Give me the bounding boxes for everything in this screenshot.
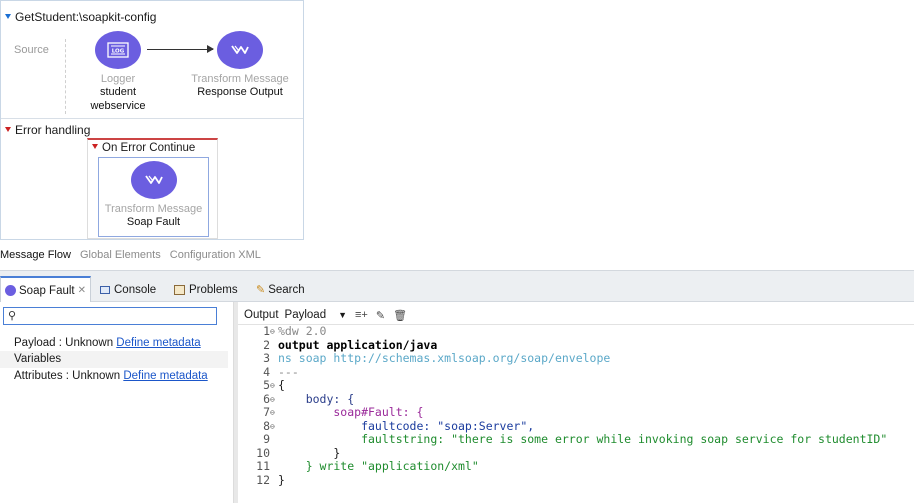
code-line: 10 } [256,445,341,460]
source-label: Source [14,44,49,56]
metadata-row-variables[interactable]: Variables [0,351,228,368]
attributes-label: Attributes : Unknown [14,370,121,382]
metadata-row-attributes[interactable]: Attributes : Unknown Define metadata [0,368,228,385]
tab-soap-fault-label: Soap Fault [19,284,75,297]
output-toolbar: Output Payload ▼ ≡+ ✎ 🗑 [244,307,415,323]
collapse-triangle-icon[interactable] [92,144,98,149]
logger-name-line2: webservice [90,100,146,112]
code-line: 7 ⊖ soap#Fault: { [263,405,424,419]
output-target[interactable]: Payload [285,309,327,321]
metadata-pane: ⚲ Payload : Unknown Define metadata Vari… [0,302,234,503]
tab-console-label: Console [114,283,157,296]
collapse-triangle-icon[interactable] [5,14,11,19]
flow-canvas: GetStudent:\soapkit-config Source LOG Lo… [0,0,304,240]
on-error-continue-title: On Error Continue [102,142,196,154]
search-icon: ⚲ [8,310,17,322]
soap-fault-name: Soap Fault [126,216,181,228]
soap-fault-icon [5,285,16,296]
flow-title: GetStudent:\soapkit-config [15,10,157,24]
transform-response-component[interactable]: Transform Message Response Output [187,31,293,99]
panel-tabbar: Soap Fault ✕ Console Problems ✎ Search [0,270,914,303]
on-error-continue-scope[interactable]: On Error Continue Transform Message Soap… [87,138,218,239]
metadata-search-input[interactable] [20,309,210,323]
console-icon [100,285,110,294]
tab-search[interactable]: ✎ Search [256,277,305,302]
metadata-row-payload[interactable]: Payload : Unknown Define metadata [0,335,228,352]
tab-problems-label: Problems [189,283,238,296]
code-line: 2 output application/java [263,337,438,352]
svg-text:LOG: LOG [112,49,125,55]
chevron-down-icon[interactable]: ▼ [338,310,347,320]
source-divider [65,39,66,114]
logger-icon: LOG [95,31,141,69]
code-line: 12} [256,472,285,487]
soap-fault-component[interactable]: Transform Message Soap Fault [98,157,209,237]
error-separator [1,118,303,119]
code-line: 5 ⊖{ [263,378,285,392]
transform-icon [130,161,177,199]
tab-console[interactable]: Console [100,277,156,302]
transform-type: Transform Message [191,73,289,85]
code-line: 4 --- [263,364,299,379]
code-line: 6 ⊖ body: { [263,391,355,406]
metadata-search[interactable]: ⚲ [3,307,217,325]
transform-icon [217,31,263,69]
code-line: 9 faultstring: "there is some error whil… [263,432,888,446]
code-line: 3 ns soap http://schemas.xmlsoap.org/soap… [263,351,611,365]
code-line: 11 } write "application/xml" [256,459,479,473]
close-icon[interactable]: ✕ [78,285,86,296]
code-line: 8 ⊖ faultcode: "soap:Server", [263,418,535,433]
edit-icon[interactable]: ✎ [376,309,385,322]
tab-global-elements[interactable]: Global Elements [80,249,161,261]
logger-type: Logger [100,73,136,85]
define-metadata-link[interactable]: Define metadata [116,337,200,349]
tab-message-flow[interactable]: Message Flow [0,249,71,261]
dataweave-editor: Output Payload ▼ ≡+ ✎ 🗑 1 ⊖ %dw 2.0 2 outpu… [238,302,914,503]
search-icon: ✎ [256,284,266,296]
soap-fault-type: Transform Message [104,203,203,215]
tab-search-label: Search [268,283,305,296]
error-handling-header[interactable]: Error handling [5,123,90,137]
tab-soap-fault[interactable]: Soap Fault ✕ [0,276,92,303]
add-target-icon[interactable]: ≡+ [355,309,368,321]
flow-header[interactable]: GetStudent:\soapkit-config [5,10,156,24]
output-label: Output [244,309,279,321]
soap-fault-transform[interactable]: Transform Message Soap Fault [99,161,208,229]
define-metadata-link[interactable]: Define metadata [123,370,207,382]
logger-component[interactable]: LOG Logger student webservice [83,31,153,113]
transform-name: Response Output [197,86,283,98]
code-line: 1 ⊖ %dw 2.0 [263,324,327,338]
problems-icon [174,284,185,295]
payload-label: Payload : Unknown [14,337,114,349]
error-handling-title: Error handling [15,123,91,137]
tab-configuration-xml[interactable]: Configuration XML [170,249,261,261]
code-editor[interactable]: 1 ⊖ %dw 2.0 2 output application/java 3 ns s… [246,324,888,487]
editor-tabs: Message Flow Global Elements Configurati… [0,249,267,265]
collapse-triangle-icon[interactable] [5,127,11,132]
on-error-continue-header: On Error Continue [92,142,195,154]
tab-problems[interactable]: Problems [174,277,238,302]
variables-label: Variables [14,353,62,365]
logger-name-line1: student [99,86,137,98]
delete-icon[interactable]: 🗑 [393,309,407,322]
namespace-line: ns soap http://schemas.xmlsoap.org/soap/… [278,351,611,365]
